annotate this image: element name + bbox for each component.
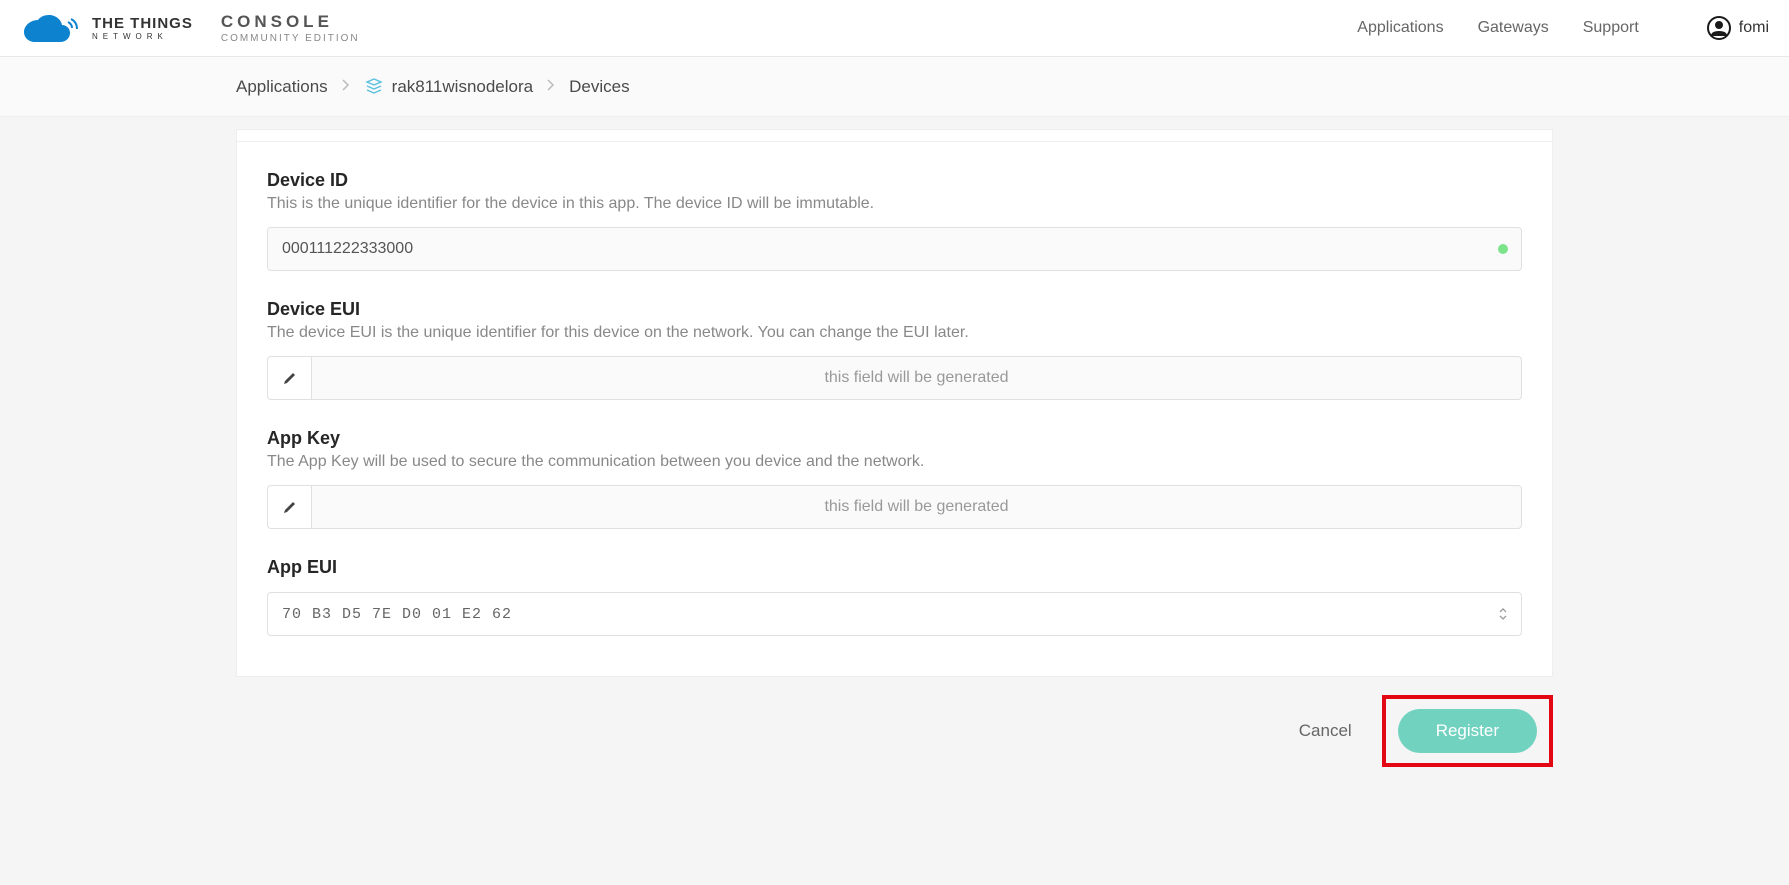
breadcrumb-devices[interactable]: Devices — [569, 77, 629, 97]
app-header: THE THINGS NETWORK CONSOLE COMMUNITY EDI… — [0, 0, 1789, 57]
field-app-key: App Key The App Key will be used to secu… — [267, 428, 1522, 529]
device-id-label: Device ID — [267, 170, 1522, 191]
breadcrumb-applications[interactable]: Applications — [236, 77, 328, 97]
app-key-desc: The App Key will be used to secure the c… — [267, 453, 1522, 471]
user-menu[interactable]: fomi — [1707, 16, 1769, 40]
console-line1: CONSOLE — [221, 13, 360, 30]
breadcrumb: Applications rak811wisnodelora Devices — [0, 57, 1789, 117]
console-text: CONSOLE COMMUNITY EDITION — [221, 13, 360, 44]
register-device-card: Device ID This is the unique identifier … — [236, 141, 1553, 677]
device-eui-desc: The device EUI is the unique identifier … — [267, 324, 1522, 342]
brand-text: THE THINGS NETWORK — [92, 16, 193, 41]
console-line2: COMMUNITY EDITION — [221, 34, 360, 44]
field-device-eui: Device EUI The device EUI is the unique … — [267, 299, 1522, 400]
app-key-input[interactable]: this field will be generated — [311, 485, 1522, 529]
device-eui-input[interactable]: this field will be generated — [311, 356, 1522, 400]
register-button[interactable]: Register — [1398, 709, 1537, 753]
device-id-input[interactable] — [267, 227, 1522, 271]
brand-logo[interactable]: THE THINGS NETWORK CONSOLE COMMUNITY EDI… — [20, 10, 360, 46]
device-eui-label: Device EUI — [267, 299, 1522, 320]
app-eui-label: App EUI — [267, 557, 1522, 578]
app-eui-select[interactable]: 70 B3 D5 7E D0 01 E2 62 — [267, 592, 1522, 636]
cloud-logo-icon — [20, 10, 80, 46]
card-top-strip — [236, 129, 1553, 141]
cancel-button[interactable]: Cancel — [1299, 721, 1352, 741]
pencil-icon — [282, 499, 298, 515]
brand-line1: THE THINGS — [92, 16, 193, 31]
pencil-icon — [282, 370, 298, 386]
application-icon — [364, 77, 384, 97]
updown-chevron-icon — [1498, 606, 1508, 622]
chevron-right-icon — [342, 78, 350, 96]
user-name: fomi — [1739, 19, 1769, 37]
nav-gateways[interactable]: Gateways — [1478, 19, 1549, 37]
app-key-edit-button[interactable] — [267, 485, 311, 529]
device-id-desc: This is the unique identifier for the de… — [267, 195, 1522, 213]
register-highlight-box: Register — [1382, 695, 1553, 767]
brand-line2: NETWORK — [92, 33, 193, 41]
breadcrumb-app-name[interactable]: rak811wisnodelora — [392, 77, 533, 97]
nav-support[interactable]: Support — [1583, 19, 1639, 37]
app-eui-value: 70 B3 D5 7E D0 01 E2 62 — [282, 606, 512, 623]
chevron-right-icon — [547, 78, 555, 96]
app-key-label: App Key — [267, 428, 1522, 449]
field-app-eui: App EUI 70 B3 D5 7E D0 01 E2 62 — [267, 557, 1522, 636]
user-avatar-icon — [1707, 16, 1731, 40]
header-nav: Applications Gateways Support fomi — [1357, 16, 1769, 40]
device-eui-edit-button[interactable] — [267, 356, 311, 400]
form-actions: Cancel Register — [0, 677, 1789, 767]
main-content: Device ID This is the unique identifier … — [0, 117, 1789, 677]
field-device-id: Device ID This is the unique identifier … — [267, 170, 1522, 271]
valid-check-icon — [1498, 244, 1508, 254]
nav-applications[interactable]: Applications — [1357, 19, 1443, 37]
